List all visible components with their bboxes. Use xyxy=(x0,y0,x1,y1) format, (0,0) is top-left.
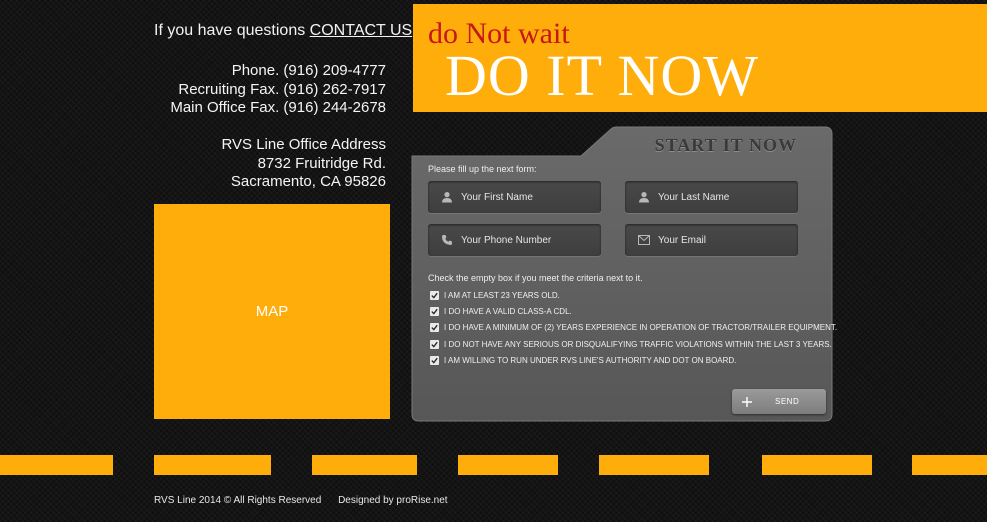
first-name-placeholder: Your First Name xyxy=(461,191,533,203)
phone-number: Phone. (916) 209-4777 xyxy=(231,62,386,79)
criteria-checkbox[interactable] xyxy=(430,356,439,365)
last-name-placeholder: Your Last Name xyxy=(658,191,730,203)
phone-number-input[interactable]: Your Phone Number xyxy=(428,224,601,256)
questions-text: If you have questions xyxy=(154,22,306,39)
first-name-input[interactable]: Your First Name xyxy=(428,181,601,213)
hero-banner: do Not wait DO IT NOW xyxy=(413,4,987,112)
form-intro: Please fill up the next form: xyxy=(428,164,537,174)
road-stripe xyxy=(312,455,417,475)
road-stripe xyxy=(458,455,558,475)
envelope-icon xyxy=(637,233,651,247)
road-stripe xyxy=(762,455,872,475)
criteria-label: I AM AT LEAST 23 YEARS OLD. xyxy=(444,291,560,300)
criteria-checkbox[interactable] xyxy=(430,340,439,349)
user-icon xyxy=(440,190,454,204)
address-title: RVS Line Office Address xyxy=(221,136,386,153)
plus-icon xyxy=(742,396,752,407)
road-stripe xyxy=(154,455,271,475)
designer-credit[interactable]: Designed by proRise.net xyxy=(338,495,448,506)
criteria-checkbox[interactable] xyxy=(430,323,439,332)
criteria-intro: Check the empty box if you meet the crit… xyxy=(428,273,643,283)
office-address: RVS Line Office Address 8732 Fruitridge … xyxy=(221,136,386,192)
checkmark-icon xyxy=(431,292,438,299)
contact-us-link[interactable]: CONTACT US xyxy=(310,22,413,39)
checkmark-icon xyxy=(431,308,438,315)
criteria-item: I AM AT LEAST 23 YEARS OLD. xyxy=(430,291,560,300)
send-label: SEND xyxy=(775,397,800,406)
checkmark-icon xyxy=(431,357,438,364)
last-name-input[interactable]: Your Last Name xyxy=(625,181,798,213)
map-label: MAP xyxy=(255,303,289,320)
criteria-item: I DO HAVE A MINIMUM OF (2) YEARS EXPERIE… xyxy=(430,323,837,332)
criteria-item: I AM WILLING TO RUN UNDER RVS LINE'S AUT… xyxy=(430,356,736,365)
map-placeholder[interactable]: MAP xyxy=(154,204,390,419)
criteria-label: I DO HAVE A VALID CLASS-A CDL. xyxy=(444,307,572,316)
phone-icon xyxy=(440,233,454,247)
criteria-checkbox[interactable] xyxy=(430,291,439,300)
footer: RVS Line 2014 © All Rights Reserved Desi… xyxy=(154,495,462,506)
criteria-label: I DO NOT HAVE ANY SERIOUS OR DISQUALIFYI… xyxy=(444,340,832,349)
address-street: 8732 Fruitridge Rd. xyxy=(257,154,386,172)
phone-placeholder: Your Phone Number xyxy=(461,234,552,246)
application-form: START IT NOW Please fill up the next for… xyxy=(411,126,837,422)
checkmark-icon xyxy=(431,324,438,331)
copyright-text: RVS Line 2014 © All Rights Reserved xyxy=(154,495,322,506)
address-city: Sacramento, CA 95826 xyxy=(230,173,386,190)
criteria-item: I DO HAVE A VALID CLASS-A CDL. xyxy=(430,307,572,316)
road-stripe xyxy=(0,455,113,475)
recruiting-fax: Recruiting Fax. (916) 262-7917 xyxy=(178,80,386,98)
contact-prompt: If you have questions CONTACT US xyxy=(154,22,412,40)
email-input[interactable]: Your Email xyxy=(625,224,798,256)
banner-title: DO IT NOW xyxy=(445,43,759,108)
criteria-label: I DO HAVE A MINIMUM OF (2) YEARS EXPERIE… xyxy=(444,323,838,332)
send-button[interactable]: SEND xyxy=(732,389,826,414)
checkmark-icon xyxy=(431,341,438,348)
criteria-checkbox[interactable] xyxy=(430,307,439,316)
email-placeholder: Your Email xyxy=(658,234,706,246)
user-icon xyxy=(637,190,651,204)
contact-details: Phone. (916) 209-4777 Recruiting Fax. (9… xyxy=(170,62,386,118)
road-stripe xyxy=(912,455,987,475)
criteria-item: I DO NOT HAVE ANY SERIOUS OR DISQUALIFYI… xyxy=(430,340,832,349)
criteria-label: I AM WILLING TO RUN UNDER RVS LINE'S AUT… xyxy=(444,356,737,365)
form-title: START IT NOW xyxy=(654,135,797,155)
main-office-fax: Main Office Fax. (916) 244-2678 xyxy=(170,99,386,116)
road-stripe xyxy=(599,455,709,475)
